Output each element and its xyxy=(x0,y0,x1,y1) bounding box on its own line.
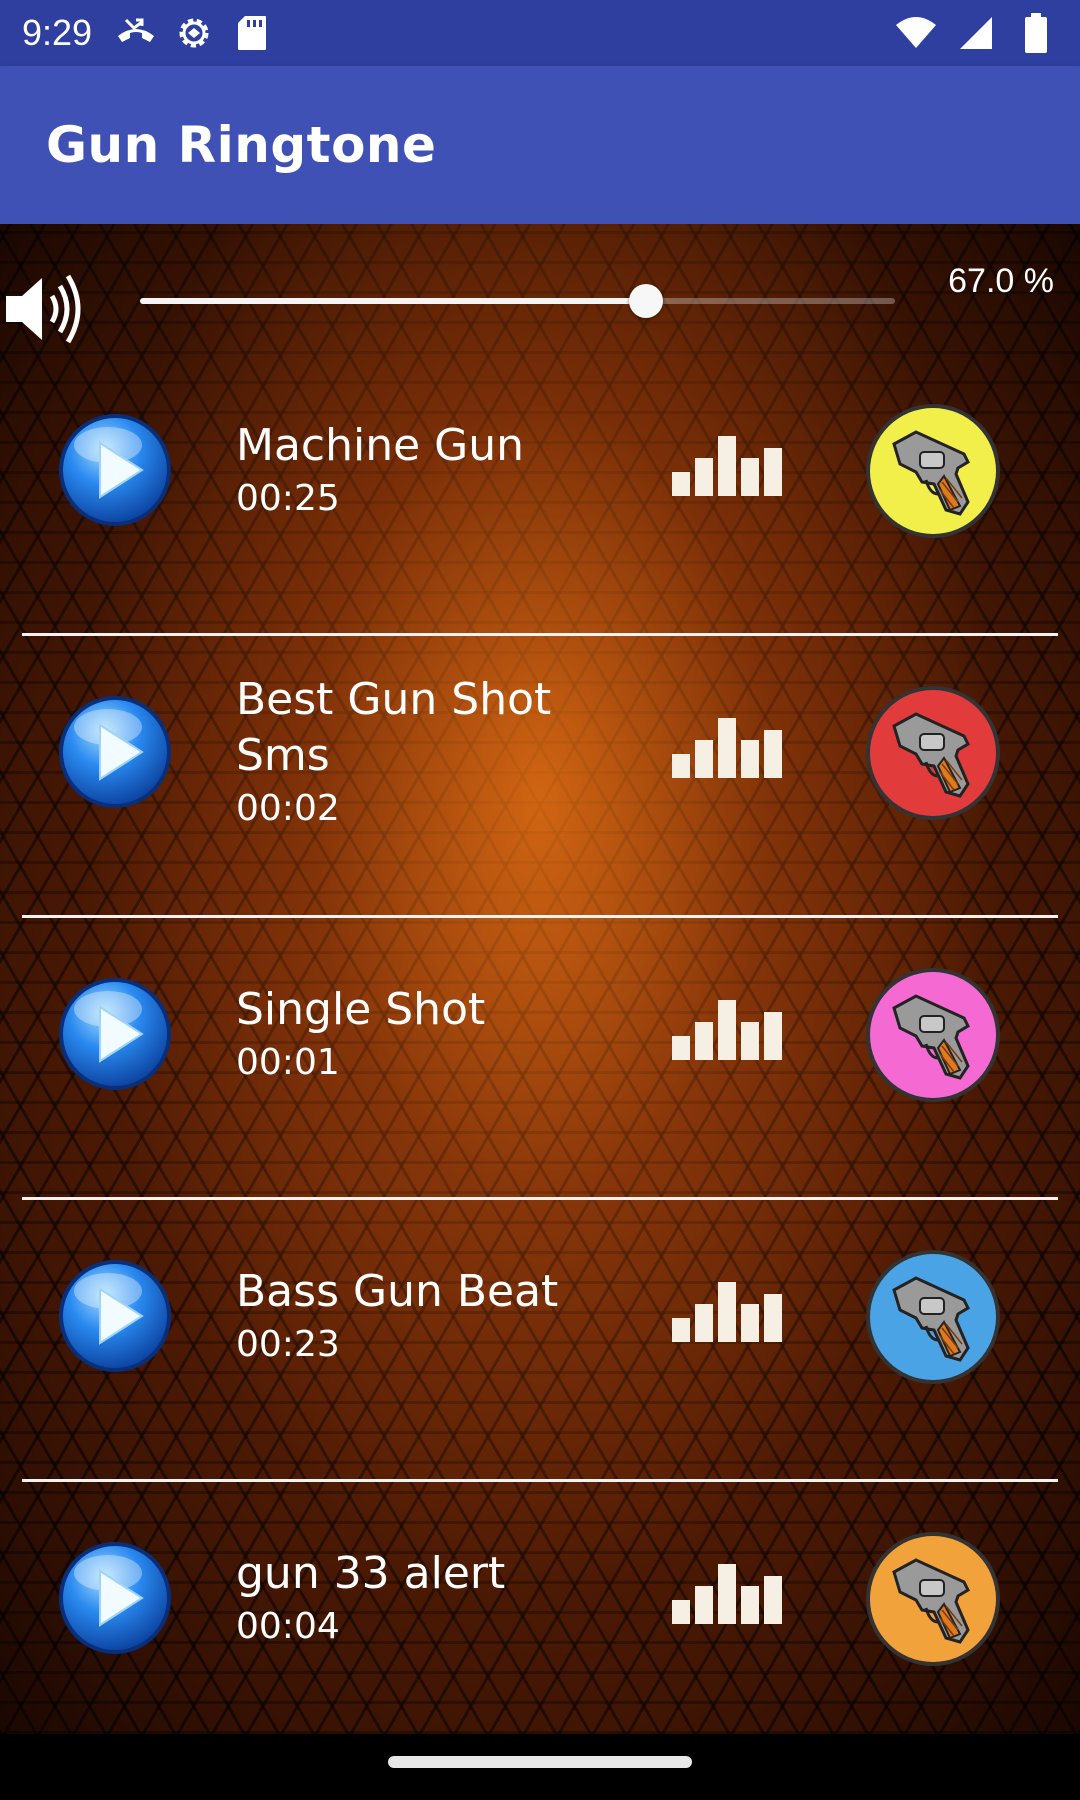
song-list: Machine Gun 00:25 Best Gun Shot Sms 00:0… xyxy=(0,354,1080,1734)
song-row[interactable]: Bass Gun Beat 00:23 xyxy=(0,1200,1080,1482)
set-ringtone-gun-icon[interactable] xyxy=(864,966,1002,1104)
volume-control: 67.0 % xyxy=(0,224,1080,354)
volume-slider-thumb[interactable] xyxy=(628,284,663,318)
status-time: 9:29 xyxy=(22,12,93,53)
play-button[interactable] xyxy=(56,1539,174,1657)
wifi-icon xyxy=(894,11,938,55)
set-ringtone-gun-icon[interactable] xyxy=(864,1530,1002,1668)
song-info: gun 33 alert 00:04 xyxy=(236,1546,616,1652)
volume-slider[interactable] xyxy=(140,284,895,318)
song-duration: 00:04 xyxy=(236,1606,340,1647)
play-button[interactable] xyxy=(56,411,174,529)
song-info: Single Shot 00:01 xyxy=(236,982,616,1088)
battery-icon xyxy=(1014,11,1058,55)
song-duration: 00:23 xyxy=(236,1324,340,1365)
sd-card-icon xyxy=(230,11,274,55)
navigation-bar xyxy=(0,1734,1080,1800)
set-ringtone-gun-icon[interactable] xyxy=(864,1248,1002,1386)
equalizer-icon xyxy=(670,716,784,780)
song-info: Best Gun Shot Sms 00:02 xyxy=(236,672,616,834)
app-bar: Gun Ringtone xyxy=(0,66,1080,224)
set-ringtone-gun-icon[interactable] xyxy=(864,402,1002,540)
song-row[interactable]: gun 33 alert 00:04 xyxy=(0,1482,1080,1734)
equalizer-icon xyxy=(670,998,784,1062)
settings-gear-icon xyxy=(172,11,216,55)
equalizer-icon xyxy=(670,1280,784,1344)
play-button[interactable] xyxy=(56,975,174,1093)
status-bar: 9:29 xyxy=(0,0,1080,66)
play-button[interactable] xyxy=(56,693,174,811)
cell-signal-icon xyxy=(954,11,998,55)
volume-percent-label: 67.0 % xyxy=(948,262,1054,300)
set-ringtone-gun-icon[interactable] xyxy=(864,684,1002,822)
song-duration: 00:25 xyxy=(236,478,340,519)
ringtone-list-screen: 67.0 % Machine Gun 00:25 Best Gun Shot S… xyxy=(0,224,1080,1734)
missed-call-icon xyxy=(114,11,158,55)
song-title: Single Shot xyxy=(236,984,486,1035)
song-duration: 00:01 xyxy=(236,1042,340,1083)
song-title: gun 33 alert xyxy=(236,1548,506,1599)
song-row[interactable]: Best Gun Shot Sms 00:02 xyxy=(0,636,1080,918)
app-title: Gun Ringtone xyxy=(46,116,437,174)
equalizer-icon xyxy=(670,434,784,498)
song-title: Bass Gun Beat xyxy=(236,1266,559,1317)
volume-slider-fill xyxy=(140,298,646,304)
song-row[interactable]: Single Shot 00:01 xyxy=(0,918,1080,1200)
song-info: Machine Gun 00:25 xyxy=(236,418,616,524)
speaker-volume-icon[interactable] xyxy=(2,266,84,352)
song-info: Bass Gun Beat 00:23 xyxy=(236,1264,616,1370)
song-title: Best Gun Shot Sms xyxy=(236,674,552,781)
home-gesture-handle[interactable] xyxy=(388,1756,692,1768)
play-button[interactable] xyxy=(56,1257,174,1375)
song-duration: 00:02 xyxy=(236,788,340,829)
song-row[interactable]: Machine Gun 00:25 xyxy=(0,354,1080,636)
song-title: Machine Gun xyxy=(236,420,525,471)
equalizer-icon xyxy=(670,1562,784,1626)
